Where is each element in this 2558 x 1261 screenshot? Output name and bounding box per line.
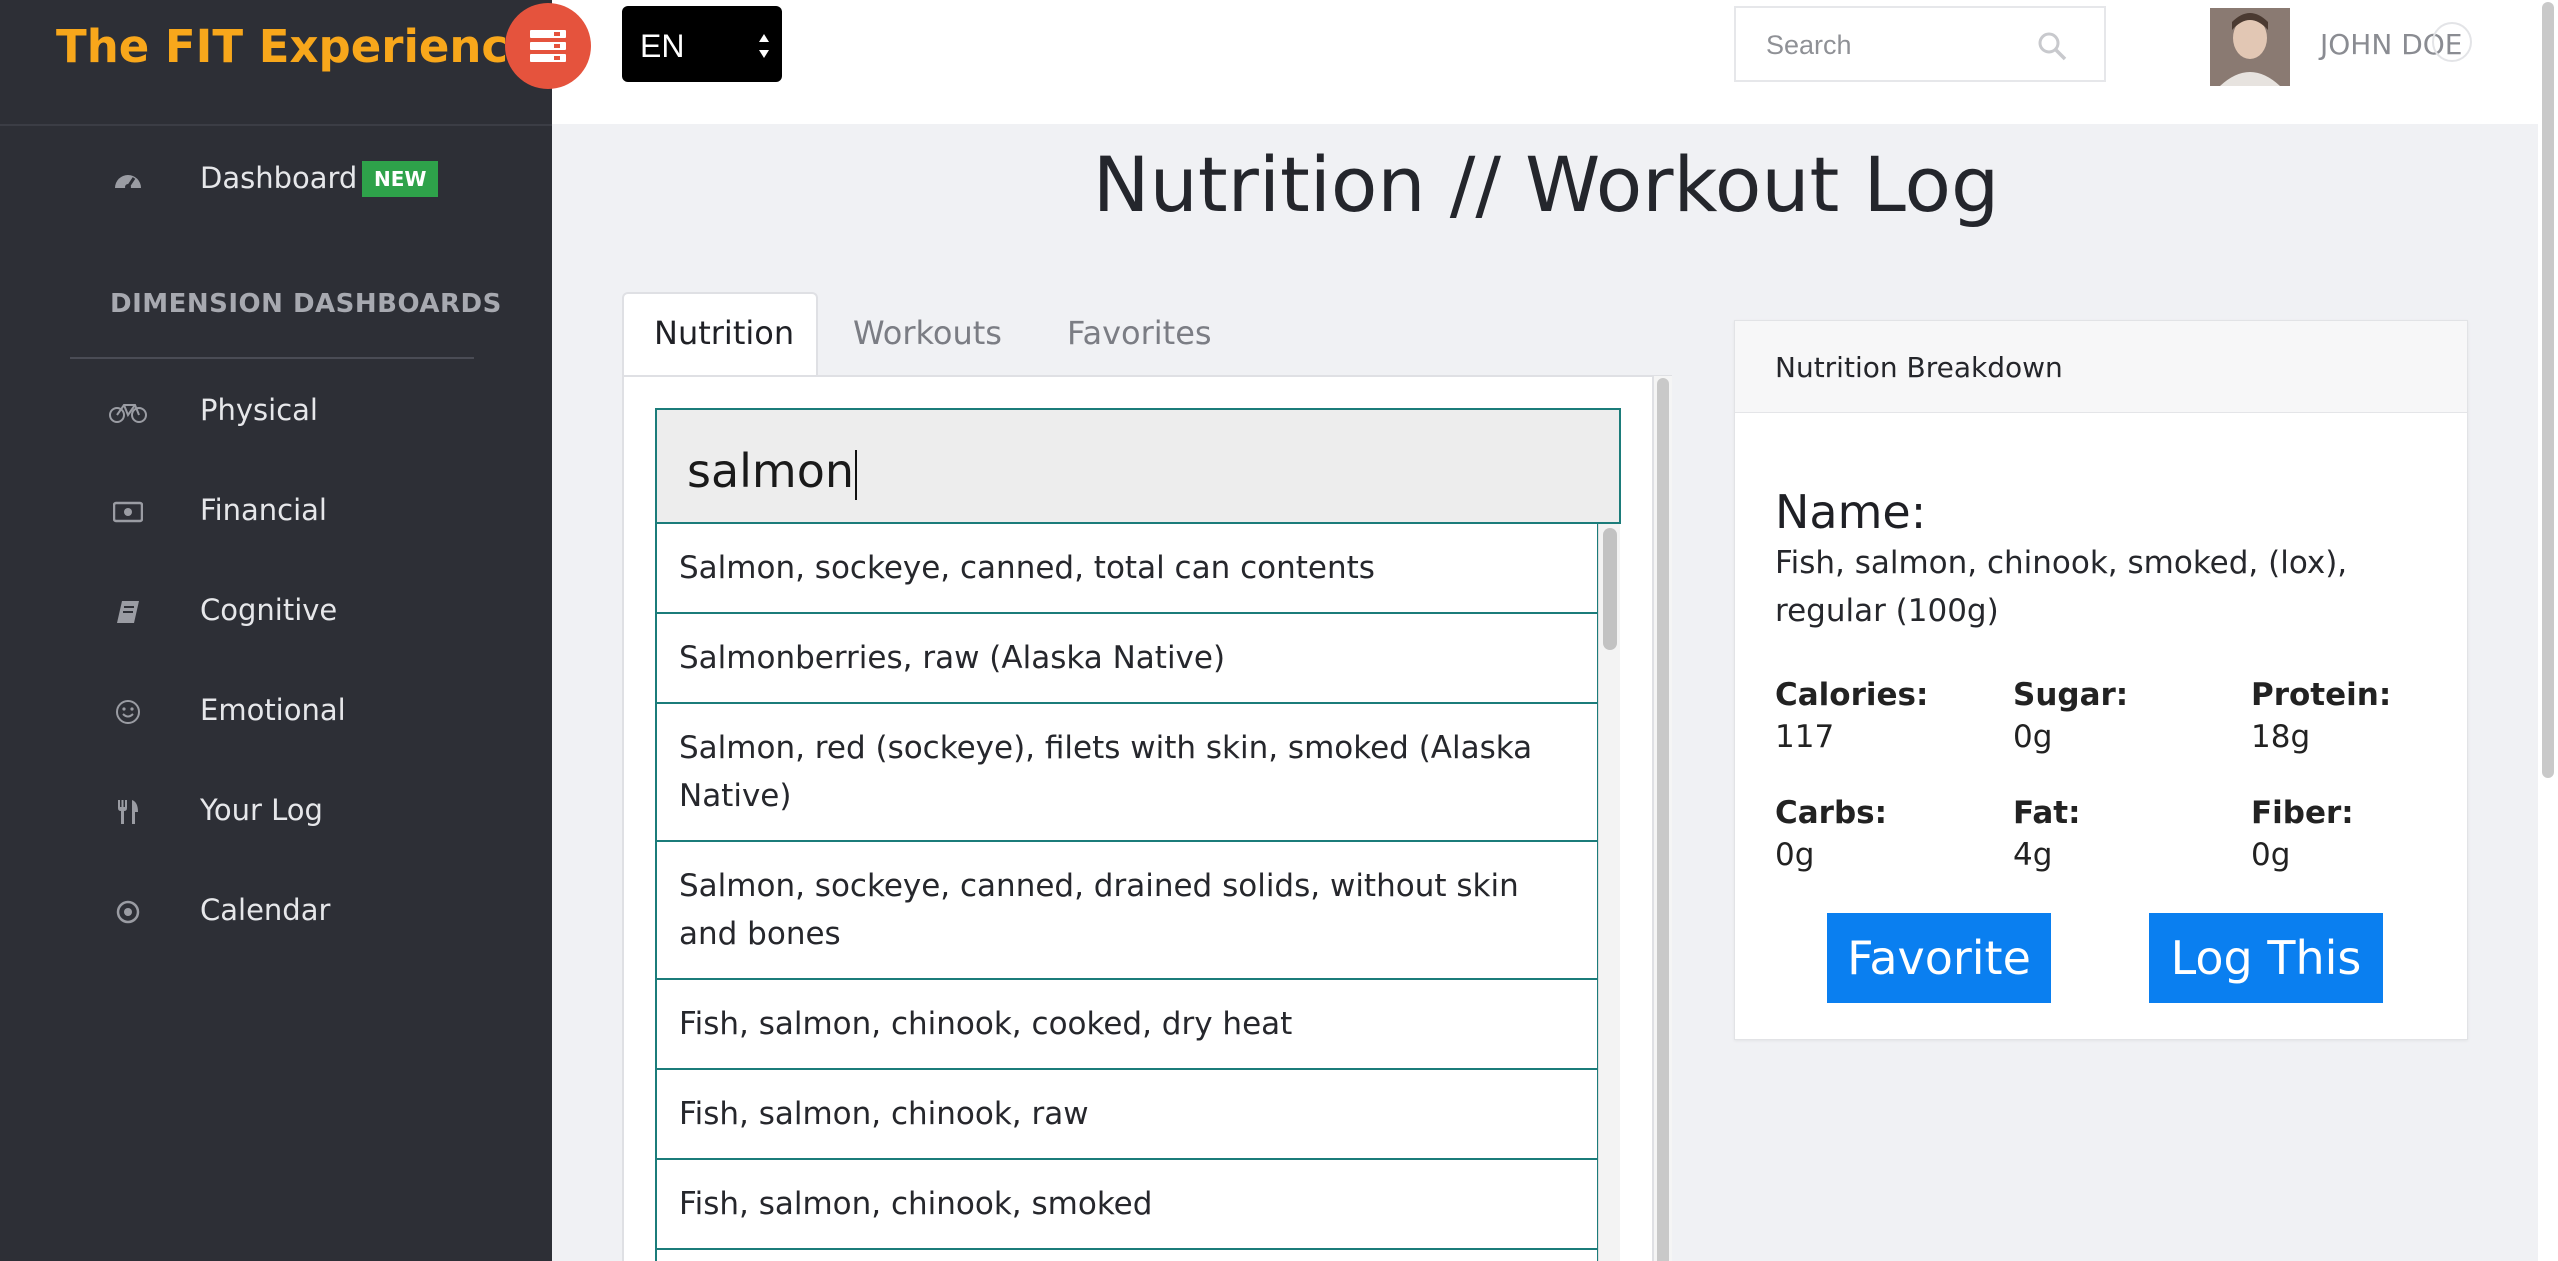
page-scrollbar-thumb[interactable] (2542, 2, 2554, 778)
list-item[interactable] (655, 1250, 1599, 1261)
speedometer-icon (108, 165, 148, 195)
avatar[interactable] (2210, 8, 2290, 86)
sugar-label: Sugar: (2013, 677, 2129, 713)
user-menu-toggle[interactable] (2432, 22, 2472, 62)
sidebar-item-calendar[interactable]: Calendar (0, 871, 552, 951)
sidebar-item-financial[interactable]: Financial (0, 471, 552, 551)
cutlery-icon (108, 797, 148, 827)
food-search-input[interactable]: salmon (655, 408, 1621, 524)
name-label: Name: (1775, 485, 1927, 539)
calories-value: 117 (1775, 719, 1835, 755)
search-icon[interactable] (2036, 30, 2068, 62)
protein-label: Protein: (2251, 677, 2392, 713)
tab-nutrition-label[interactable]: Nutrition (654, 314, 794, 352)
nutrition-breakdown-card: Nutrition Breakdown Name: Fish, salmon, … (1734, 320, 2468, 1040)
list-item[interactable]: Salmon, sockeye, canned, total can conte… (655, 524, 1599, 614)
sidebar: Dashboard NEW DIMENSION DASHBOARDS Physi… (0, 124, 552, 1261)
log-this-button[interactable]: Log This (2149, 913, 2383, 1003)
list-item[interactable]: Fish, salmon, chinook, cooked, dry heat (655, 980, 1599, 1070)
result-label: Salmon, red (sockeye), filets with skin,… (679, 730, 1533, 814)
sidebar-item-dashboard[interactable]: Dashboard NEW (0, 139, 552, 219)
page-title: Nutrition // Workout Log (1092, 140, 2000, 229)
result-label: Fish, salmon, chinook, cooked, dry heat (679, 1006, 1293, 1042)
money-icon (108, 497, 148, 527)
calories-label: Calories: (1775, 677, 1929, 713)
result-label: Salmonberries, raw (Alaska Native) (679, 640, 1226, 676)
carbs-value: 0g (1775, 837, 1815, 873)
results-scrollbar[interactable] (1598, 524, 1620, 1261)
search-input[interactable] (1766, 30, 2026, 61)
list-item[interactable]: Salmon, sockeye, canned, drained solids,… (655, 842, 1599, 980)
new-badge: NEW (362, 161, 439, 197)
sidebar-item-cognitive[interactable]: Cognitive (0, 571, 552, 651)
tab-workouts[interactable]: Workouts (853, 314, 1002, 352)
result-label: Fish, salmon, chinook, smoked (679, 1186, 1153, 1222)
language-select[interactable]: EN (622, 6, 782, 82)
page-scrollbar[interactable] (2538, 0, 2558, 1261)
select-arrows-icon (759, 34, 769, 58)
smiley-icon (108, 697, 148, 727)
panel-scrollbar[interactable] (1652, 376, 1672, 1261)
brand-title[interactable]: The FIT Experience (56, 20, 539, 73)
app-root: The FIT Experience Dashboard NEW DIMENSI… (0, 0, 2558, 1261)
list-item[interactable]: Salmon, red (sockeye), filets with skin,… (655, 704, 1599, 842)
search-box (1734, 6, 2106, 82)
bicycle-icon (108, 397, 148, 427)
sidebar-item-label: Physical (200, 393, 318, 427)
sidebar-item-label: Calendar (200, 893, 331, 927)
list-item[interactable]: Fish, salmon, chinook, smoked (655, 1160, 1599, 1250)
list-item[interactable]: Salmonberries, raw (Alaska Native) (655, 614, 1599, 704)
result-label: Salmon, sockeye, canned, total can conte… (679, 550, 1375, 586)
food-search-value: salmon (687, 444, 858, 500)
sidebar-divider (70, 357, 474, 359)
sidebar-item-label: Financial (200, 493, 327, 527)
fat-value: 4g (2013, 837, 2053, 873)
target-icon (108, 897, 148, 927)
user-photo (2210, 8, 2290, 86)
card-header: Nutrition Breakdown (1735, 321, 2467, 413)
panel-scrollbar-thumb[interactable] (1657, 378, 1669, 1261)
sidebar-item-label: Emotional (200, 693, 346, 727)
sidebar-section-title: DIMENSION DASHBOARDS (110, 289, 502, 319)
brand-bar: The FIT Experience (0, 0, 552, 124)
card-title: Nutrition Breakdown (1775, 351, 2063, 384)
results-scrollbar-thumb[interactable] (1603, 528, 1617, 650)
text-caret (855, 449, 858, 500)
fat-label: Fat: (2013, 795, 2081, 831)
sidebar-item-physical[interactable]: Physical (0, 371, 552, 451)
language-value: EN (640, 28, 685, 64)
autocomplete-results: Salmon, sockeye, canned, total can conte… (655, 524, 1621, 1261)
sidebar-item-your-log[interactable]: Your Log (0, 771, 552, 851)
food-name-value: Fish, salmon, chinook, smoked, (lox), re… (1775, 545, 2348, 629)
result-label: Fish, salmon, chinook, raw (679, 1096, 1089, 1132)
sidebar-toggle-button[interactable] (505, 3, 591, 89)
sidebar-item-label: Your Log (200, 793, 323, 827)
favorite-button[interactable]: Favorite (1827, 913, 2051, 1003)
list-item[interactable]: Fish, salmon, chinook, raw (655, 1070, 1599, 1160)
fiber-value: 0g (2251, 837, 2291, 873)
sidebar-item-label: Cognitive (200, 593, 338, 627)
tab-favorites[interactable]: Favorites (1067, 314, 1212, 352)
book-icon (108, 597, 148, 627)
server-menu-icon (530, 30, 566, 62)
sugar-value: 0g (2013, 719, 2053, 755)
sidebar-item-emotional[interactable]: Emotional (0, 671, 552, 751)
fiber-label: Fiber: (2251, 795, 2354, 831)
carbs-label: Carbs: (1775, 795, 1887, 831)
sidebar-item-label: Dashboard (200, 161, 358, 195)
result-label: Salmon, sockeye, canned, drained solids,… (679, 868, 1519, 952)
protein-value: 18g (2251, 719, 2311, 755)
